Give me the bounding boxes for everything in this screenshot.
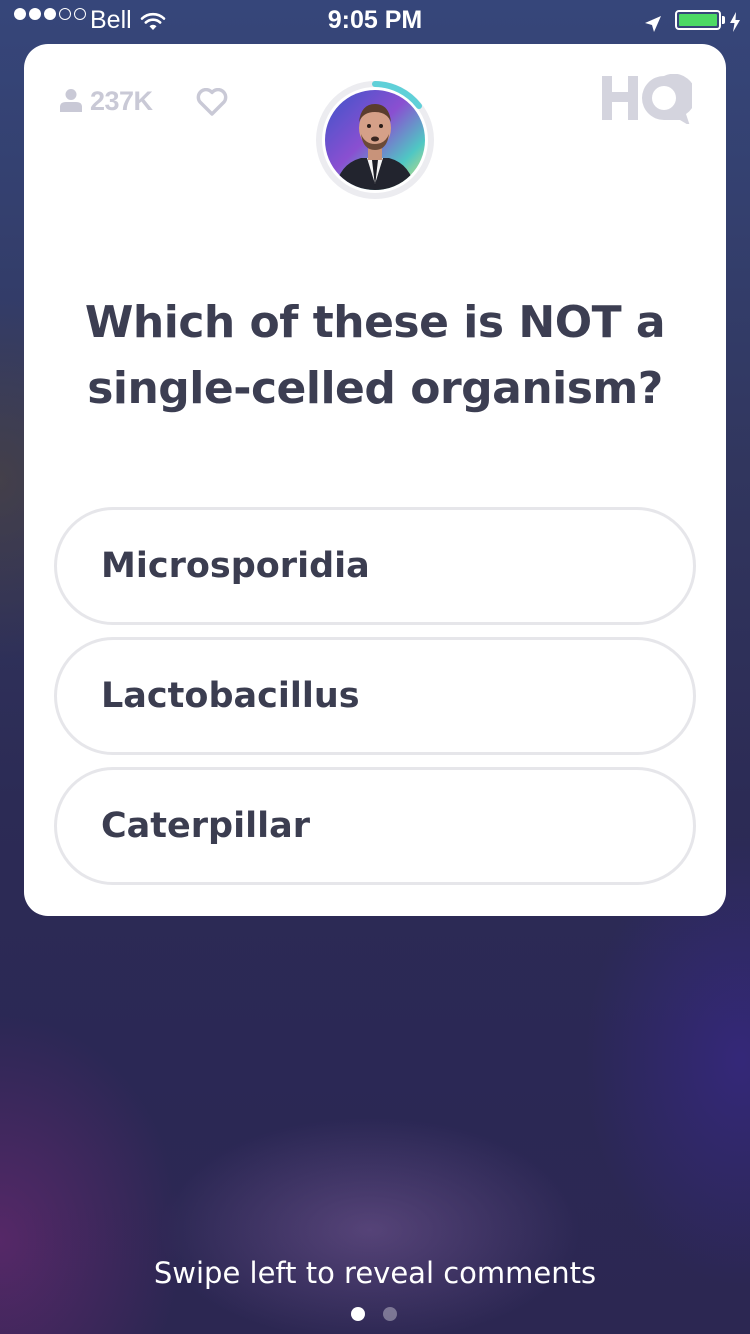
answer-option-3[interactable]: Caterpillar xyxy=(54,767,696,885)
location-arrow-icon xyxy=(644,11,662,39)
charging-bolt-icon xyxy=(729,10,741,38)
host-avatar xyxy=(315,80,435,200)
answer-option-2[interactable]: Lactobacillus xyxy=(54,637,696,755)
swipe-hint: Swipe left to reveal comments xyxy=(153,1256,597,1290)
person-icon xyxy=(60,88,82,116)
viewer-count-label: 237K xyxy=(90,86,153,116)
battery-tip xyxy=(722,16,725,24)
question-card: 237K Which of these is NOT a single-cell… xyxy=(24,44,726,916)
answer-option-label: Microsporidia xyxy=(101,546,370,586)
page-indicator[interactable] xyxy=(351,1307,397,1321)
answer-option-label: Lactobacillus xyxy=(101,676,360,716)
status-bar: Bell 9:05 PM xyxy=(0,0,750,40)
heart-icon[interactable] xyxy=(196,87,228,120)
question-text: Which of these is NOT a single-celled or… xyxy=(84,297,666,414)
answer-option-label: Caterpillar xyxy=(101,806,310,846)
viewer-count: 237K xyxy=(60,86,153,117)
hq-logo xyxy=(600,73,696,128)
status-time: 9:05 PM xyxy=(327,6,423,34)
host-photo xyxy=(325,90,425,190)
page-dot-active[interactable] xyxy=(351,1307,365,1321)
answer-option-1[interactable]: Microsporidia xyxy=(54,507,696,625)
page-dot[interactable] xyxy=(383,1307,397,1321)
battery-icon xyxy=(675,10,721,30)
